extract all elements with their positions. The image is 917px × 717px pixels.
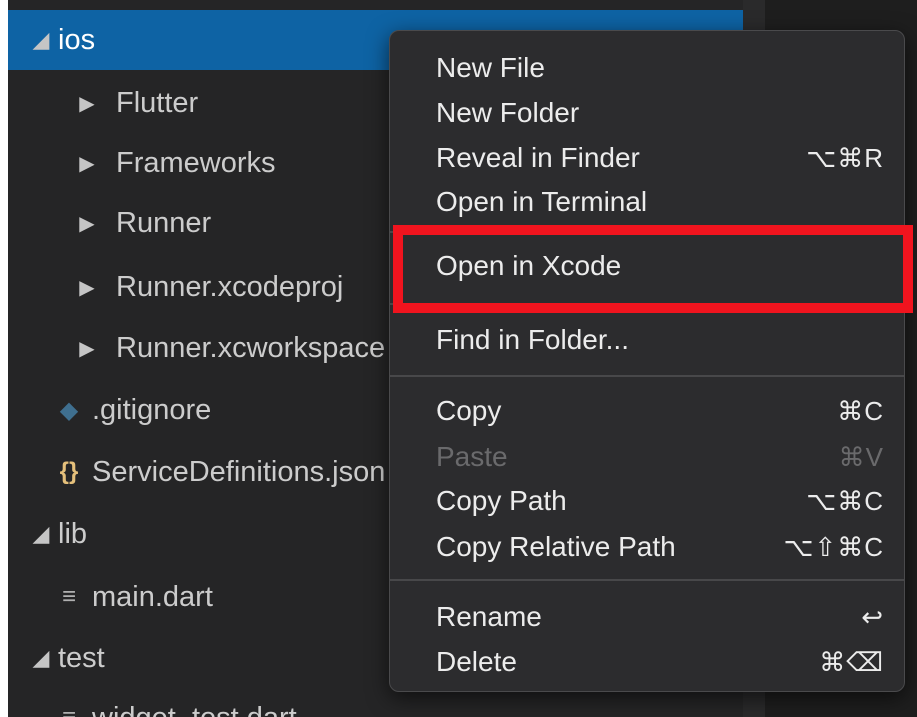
tree-item-label: .gitignore bbox=[92, 393, 212, 426]
menu-item-new-folder[interactable]: New Folder bbox=[390, 90, 904, 136]
menu-item-shortcut: ⌥⌘C bbox=[806, 485, 884, 516]
menu-item-open-in-xcode[interactable]: Open in Xcode bbox=[390, 243, 904, 289]
menu-item-new-file[interactable]: New File bbox=[390, 45, 904, 91]
menu-item-label: Copy Relative Path bbox=[436, 531, 676, 562]
tree-item-label: test bbox=[58, 641, 105, 674]
menu-item-rename[interactable]: Rename ↩ bbox=[390, 594, 904, 640]
menu-item-label: Rename bbox=[436, 601, 542, 632]
collapsed-arrow-icon: ▶ bbox=[79, 337, 95, 360]
menu-item-label: Paste bbox=[436, 441, 508, 472]
menu-item-shortcut: ⌥⌘R bbox=[806, 142, 884, 173]
tree-item-label: ServiceDefinitions.json bbox=[92, 455, 386, 488]
menu-item-label: Reveal in Finder bbox=[436, 142, 640, 173]
menu-item-label: Copy bbox=[436, 395, 502, 426]
collapsed-arrow-icon: ▶ bbox=[79, 92, 95, 115]
menu-item-label: Open in Xcode bbox=[436, 250, 622, 281]
tree-item-label: lib bbox=[58, 517, 88, 550]
lines-file-icon: ≡ bbox=[52, 704, 86, 717]
menu-separator bbox=[390, 375, 904, 377]
menu-item-label: Open in Terminal bbox=[436, 186, 648, 217]
diamond-icon: ◆ bbox=[59, 396, 79, 424]
menu-item-label: Copy Path bbox=[436, 485, 567, 516]
menu-item-label: New File bbox=[436, 52, 545, 83]
menu-item-find-in-folder[interactable]: Find in Folder... bbox=[390, 317, 904, 363]
menu-separator bbox=[390, 303, 904, 305]
menu-item-paste: Paste ⌘V bbox=[390, 434, 904, 480]
menu-item-open-in-terminal[interactable]: Open in Terminal bbox=[390, 179, 904, 225]
menu-item-copy-path[interactable]: Copy Path ⌥⌘C bbox=[390, 478, 904, 524]
menu-item-shortcut: ⌥⇧⌘C bbox=[783, 531, 884, 562]
menu-item-label: Find in Folder... bbox=[436, 324, 629, 355]
tree-item-label: widget_test.dart bbox=[92, 702, 297, 717]
menu-item-copy[interactable]: Copy ⌘C bbox=[390, 388, 904, 434]
menu-item-shortcut: ⌘⌫ bbox=[819, 646, 884, 677]
menu-item-delete[interactable]: Delete ⌘⌫ bbox=[390, 639, 904, 685]
tree-item-label: ios bbox=[58, 23, 96, 56]
tree-item-label: Frameworks bbox=[116, 146, 276, 179]
tree-item-label: Runner.xcworkspace bbox=[116, 331, 386, 364]
menu-separator bbox=[390, 231, 904, 233]
menu-item-shortcut: ⌘C bbox=[837, 395, 884, 426]
menu-item-label: New Folder bbox=[436, 97, 580, 128]
collapsed-arrow-icon: ▶ bbox=[79, 152, 95, 175]
collapsed-arrow-icon: ▶ bbox=[79, 212, 95, 235]
tree-item-label: Flutter bbox=[116, 86, 199, 119]
menu-item-copy-relative-path[interactable]: Copy Relative Path ⌥⇧⌘C bbox=[390, 524, 904, 570]
expanded-arrow-icon: ◢ bbox=[32, 27, 50, 52]
json-braces-icon: {} bbox=[59, 458, 79, 485]
collapsed-arrow-icon: ▶ bbox=[79, 276, 95, 299]
tree-item-widget-test-dart[interactable]: ≡ widget_test.dart bbox=[8, 688, 765, 717]
menu-item-shortcut: ↩ bbox=[861, 601, 884, 632]
expanded-arrow-icon: ◢ bbox=[32, 521, 50, 546]
context-menu: New File New Folder Reveal in Finder ⌥⌘R… bbox=[389, 30, 905, 692]
menu-separator bbox=[390, 579, 904, 581]
menu-item-label: Delete bbox=[436, 646, 517, 677]
tree-item-label: Runner bbox=[116, 206, 212, 239]
menu-item-shortcut: ⌘V bbox=[838, 441, 884, 472]
lines-file-icon: ≡ bbox=[61, 583, 76, 610]
menu-item-reveal-in-finder[interactable]: Reveal in Finder ⌥⌘R bbox=[390, 135, 904, 181]
tree-item-label: main.dart bbox=[92, 580, 213, 613]
tree-item-label: Runner.xcodeproj bbox=[116, 270, 344, 303]
expanded-arrow-icon: ◢ bbox=[32, 645, 50, 670]
